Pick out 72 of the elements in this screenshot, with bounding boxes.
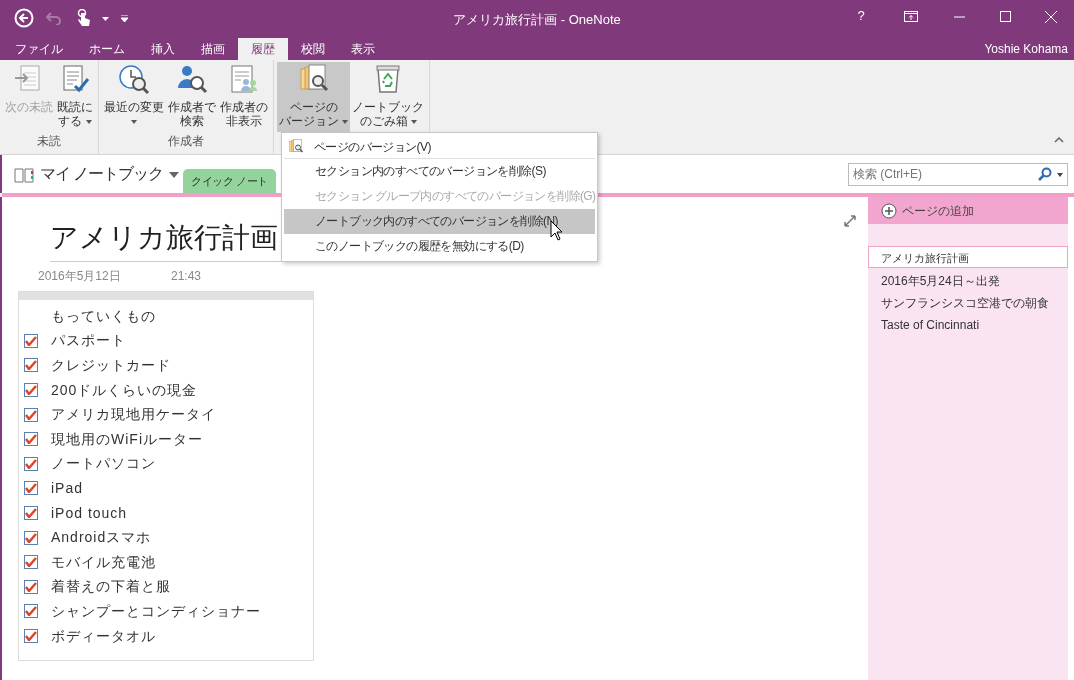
todo-text: ボディータオル bbox=[51, 626, 156, 646]
page-tab[interactable]: アメリカ旅行計画 bbox=[868, 246, 1068, 268]
ribbon-tab[interactable]: 描画 bbox=[188, 38, 238, 60]
checkbox[interactable] bbox=[24, 333, 38, 348]
todo-text: パスポート bbox=[51, 331, 126, 351]
page-tab[interactable]: 2016年5月24日～出発 bbox=[868, 268, 1068, 290]
search-icon[interactable] bbox=[1038, 166, 1052, 181]
plus-icon bbox=[881, 202, 897, 219]
todo-text: iPod touch bbox=[51, 503, 128, 523]
user-name[interactable]: Yoshie Kohama bbox=[984, 38, 1074, 60]
caret-icon bbox=[342, 119, 349, 124]
hide-authors-button[interactable]: 作成者の 非表示 bbox=[218, 62, 270, 132]
checkbox[interactable] bbox=[24, 358, 38, 373]
person-search-icon bbox=[176, 64, 208, 96]
ribbon-tab[interactable]: ホーム bbox=[76, 38, 138, 60]
page-tab[interactable]: サンフランシスコ空港での朝食 bbox=[868, 290, 1068, 312]
todo-text: 着替えの下着と服 bbox=[51, 577, 171, 597]
caret-icon[interactable] bbox=[1057, 172, 1063, 177]
recent-edits-button[interactable]: 最近の変更 bbox=[102, 62, 166, 132]
ribbon-tab[interactable]: ファイル bbox=[2, 38, 76, 60]
page-time: 21:43 bbox=[171, 268, 202, 285]
pages-search-icon bbox=[288, 138, 304, 155]
group-label: 未読 bbox=[37, 134, 61, 148]
group-label: 作成者 bbox=[168, 134, 204, 148]
checkbox[interactable] bbox=[24, 604, 38, 619]
ribbon-tab[interactable]: 校閲 bbox=[288, 38, 338, 60]
checkbox[interactable] bbox=[24, 629, 38, 643]
todo-text: iPad bbox=[51, 478, 84, 498]
page-tab[interactable]: Taste of Cincinnati bbox=[868, 312, 1068, 334]
recycle-bin-button[interactable]: ノートブック のごみ箱 bbox=[350, 62, 427, 132]
checkbox[interactable] bbox=[24, 383, 38, 398]
checkbox[interactable] bbox=[24, 579, 38, 594]
find-author-button[interactable]: 作成者で 検索 bbox=[166, 62, 218, 132]
checkbox[interactable] bbox=[24, 456, 38, 471]
container-handle[interactable] bbox=[19, 292, 313, 300]
ribbon-tab[interactable]: 挿入 bbox=[138, 38, 188, 60]
add-page-button[interactable]: ページの追加 bbox=[868, 197, 1068, 224]
back-icon[interactable] bbox=[12, 6, 36, 30]
checkbox[interactable] bbox=[24, 407, 38, 422]
section-tab[interactable]: クイック ノート bbox=[183, 169, 276, 193]
page-people-icon bbox=[228, 64, 260, 96]
help-button[interactable]: ? bbox=[836, 6, 886, 26]
note-text: もっていくもの bbox=[51, 306, 156, 326]
menu-item[interactable]: セクション内のすべてのバージョンを削除(S) bbox=[284, 159, 596, 184]
checkbox[interactable] bbox=[24, 432, 38, 447]
page-versions-button[interactable]: ページの バージョン bbox=[277, 62, 351, 132]
caret-icon bbox=[411, 119, 417, 124]
caret-icon bbox=[131, 120, 137, 124]
checkbox[interactable] bbox=[24, 506, 38, 521]
ribbon-tab[interactable]: 履歴 bbox=[238, 38, 288, 60]
checkbox[interactable] bbox=[24, 481, 38, 496]
add-page-label: ページの追加 bbox=[902, 202, 974, 220]
menu-header: ページのバージョン(V) bbox=[314, 138, 431, 156]
window-title: アメリカ旅行計画 - OneNote bbox=[453, 12, 621, 27]
notebook-name[interactable]: マイ ノートブック bbox=[40, 162, 164, 186]
todo-text: Androidスマホ bbox=[51, 528, 152, 548]
todo-text: 200ドルくらいの現金 bbox=[51, 380, 198, 400]
page-date: 2016年5月12日 bbox=[37, 268, 122, 285]
caret-icon bbox=[85, 119, 92, 124]
ribbon-tab[interactable]: 表示 bbox=[338, 38, 388, 60]
todo-text: シャンプーとコンディショナー bbox=[51, 601, 261, 621]
notebook-icon bbox=[14, 165, 34, 183]
todo-text: ノートパソコン bbox=[51, 454, 156, 474]
todo-text: モバイル充電池 bbox=[51, 552, 156, 572]
checkbox[interactable] bbox=[24, 555, 38, 570]
checkbox[interactable] bbox=[24, 530, 38, 545]
todo-text: クレジットカード bbox=[51, 356, 171, 375]
todo-text: アメリカ現地用ケータイ bbox=[51, 405, 216, 425]
todo-text: 現地用のWiFiルーター bbox=[51, 429, 203, 449]
mark-read-button[interactable]: 既読に する bbox=[55, 62, 95, 132]
search-field[interactable]: 検索 (Ctrl+E) bbox=[848, 162, 1068, 186]
clock-search-icon bbox=[118, 64, 150, 96]
